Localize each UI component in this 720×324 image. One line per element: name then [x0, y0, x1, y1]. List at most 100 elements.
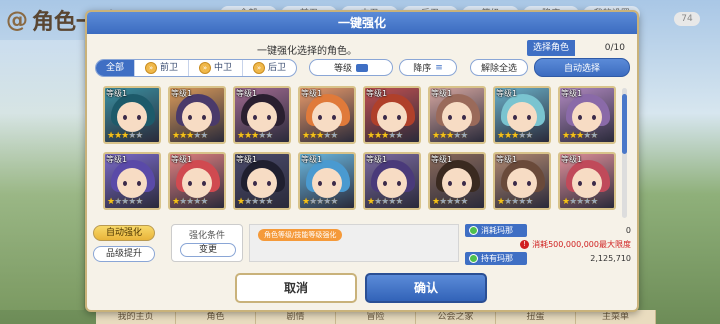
character-portrait [442, 102, 472, 132]
character-eye [592, 115, 596, 120]
character-eye [137, 115, 141, 120]
character-card[interactable]: 等级1 ★★★★★ [363, 86, 421, 144]
character-card[interactable]: 等级1 ★★★★★ [493, 152, 551, 210]
character-eye [462, 115, 466, 120]
character-level: 等级1 [236, 155, 258, 164]
character-card[interactable]: 等级1 ★★★★★ [103, 86, 161, 144]
character-portrait [572, 102, 602, 132]
character-portrait [507, 102, 537, 132]
character-eye [202, 115, 206, 120]
character-level: 等级1 [106, 89, 128, 98]
character-eye [267, 115, 271, 120]
character-card[interactable]: 等级1 ★★★★★ [428, 152, 486, 210]
star-rating: ★★★★★ [107, 131, 143, 141]
auto-select-button[interactable]: 自动选择 [534, 58, 630, 77]
tab-back-label: 后卫 [268, 63, 287, 73]
one-click-enhance-dialog: 一键强化 一键强化选择的角色。 选择角色 0/10 全部 » 前卫 » 中卫 » 后卫… [85, 10, 639, 312]
auto-enhance-button[interactable]: 自动强化 [93, 225, 155, 241]
change-condition-button[interactable]: 变更 [180, 243, 236, 257]
condition-box: 强化条件 变更 [171, 224, 243, 262]
character-level: 等级1 [106, 155, 128, 164]
character-level: 等级1 [301, 89, 323, 98]
character-portrait [182, 102, 212, 132]
character-level: 等级1 [496, 89, 518, 98]
character-card[interactable]: 等级1 ★★★★★ [428, 86, 486, 144]
sort-key-label: 等级 [333, 64, 352, 74]
character-eye [448, 115, 452, 120]
deselect-all-button[interactable]: 解除全选 [470, 59, 528, 76]
character-card[interactable]: 等级1 ★★★★★ [168, 152, 226, 210]
background-decoration [0, 40, 84, 310]
cancel-button[interactable]: 取消 [235, 273, 357, 303]
filter-bar: 全部 » 前卫 » 中卫 » 后卫 [95, 59, 298, 77]
warning-row: ! 消耗500,000,000最大限度 [465, 238, 631, 251]
character-card[interactable]: 等级1 ★★★★★ [233, 86, 291, 144]
character-eye [202, 181, 206, 186]
character-eye [592, 181, 596, 186]
tab-middle-label: 中卫 [214, 63, 233, 73]
character-level: 等级1 [496, 155, 518, 164]
character-eye [513, 181, 517, 186]
character-card[interactable]: 等级1 ★★★★★ [298, 152, 356, 210]
character-eye [123, 181, 127, 186]
star-rating: ★★★★★ [432, 131, 468, 141]
character-portrait [182, 168, 212, 198]
character-card[interactable]: 等级1 ★★★★★ [103, 152, 161, 210]
warning-text: 消耗500,000,000最大限度 [532, 240, 631, 249]
character-card[interactable]: 等级1 ★★★★★ [298, 86, 356, 144]
character-portrait [247, 168, 277, 198]
condition-area: 角色等级/技能等级强化 [249, 224, 459, 262]
star-rating: ★★★★★ [237, 197, 273, 207]
character-level: 等级1 [366, 155, 388, 164]
character-eye [383, 181, 387, 186]
character-level: 等级1 [561, 89, 583, 98]
confirm-button[interactable]: 确认 [365, 273, 487, 303]
character-portrait [117, 102, 147, 132]
auto-enhance-label: 自动强化 [105, 228, 142, 238]
star-rating: ★★★★★ [562, 197, 598, 207]
character-eye [527, 181, 531, 186]
character-portrait [117, 168, 147, 198]
tab-back[interactable]: » 后卫 [243, 60, 296, 76]
consume-value: 0 [625, 225, 631, 235]
tab-front[interactable]: » 前卫 [135, 60, 190, 76]
auto-select-label: 自动选择 [563, 64, 600, 74]
character-portrait [247, 102, 277, 132]
character-scrollbar[interactable] [622, 88, 627, 218]
warning-icon: ! [520, 240, 530, 249]
condition-tag: 角色等级/技能等级强化 [258, 229, 343, 241]
back-role-icon: » [253, 62, 266, 74]
character-portrait [312, 102, 342, 132]
character-card[interactable]: 等级1 ★★★★★ [233, 152, 291, 210]
character-card[interactable]: 等级1 ★★★★★ [493, 86, 551, 144]
character-level: 等级1 [561, 155, 583, 164]
consume-label-box: 消耗玛那 [465, 223, 527, 237]
character-portrait [572, 168, 602, 198]
owned-row: 持有玛那 2,125,710 [465, 251, 631, 265]
character-portrait [312, 168, 342, 198]
character-portrait [442, 168, 472, 198]
star-rating: ★★★★★ [497, 131, 533, 141]
tab-all[interactable]: 全部 [96, 60, 136, 76]
character-card[interactable]: 等级1 ★★★★★ [168, 86, 226, 144]
character-eye [253, 115, 257, 120]
character-level: 等级1 [236, 89, 258, 98]
scrollbar-thumb[interactable] [622, 94, 627, 154]
star-rating: ★★★★★ [302, 131, 338, 141]
character-card[interactable]: 等级1 ★★★★★ [558, 86, 616, 144]
sort-order-button[interactable]: 降序 ≡ [399, 59, 457, 76]
nav-item: 剧情 [256, 310, 336, 324]
mana-gem-icon [469, 225, 478, 235]
selected-count-box: 选择角色 0/10 [527, 40, 627, 56]
character-eye [448, 181, 452, 186]
character-eye [397, 115, 401, 120]
swirl-icon: @ [6, 7, 28, 33]
character-card[interactable]: 等级1 ★★★★★ [558, 152, 616, 210]
character-card[interactable]: 等级1 ★★★★★ [363, 152, 421, 210]
character-eye [188, 115, 192, 120]
background-badge: 74 [674, 12, 700, 26]
star-rating: ★★★★★ [107, 197, 143, 207]
rank-up-button[interactable]: 品级提升 [93, 246, 155, 262]
sort-key-button[interactable]: 等级 [309, 59, 393, 76]
tab-middle[interactable]: » 中卫 [189, 60, 244, 76]
